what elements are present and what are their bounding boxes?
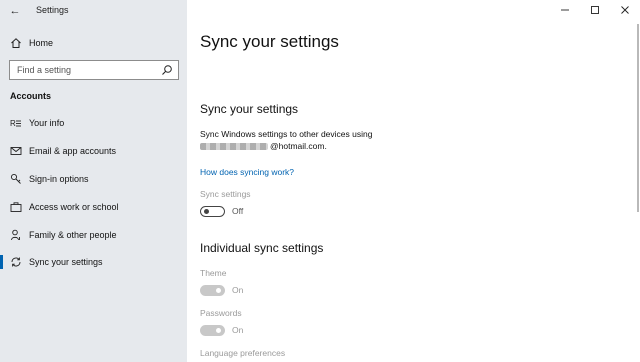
- redacted-email-user: [200, 142, 268, 150]
- toggle-knob: [216, 287, 221, 293]
- sidebar-item-label: Email & app accounts: [29, 146, 117, 156]
- home-label: Home: [29, 38, 54, 48]
- main-content: Sync your settings Sync your settings Sy…: [187, 0, 640, 362]
- close-icon: [621, 6, 629, 14]
- sync-settings-state: Off: [232, 206, 244, 216]
- app-title: Settings: [36, 5, 69, 15]
- sync-settings-toggle-row: Off: [200, 205, 243, 217]
- sidebar-item-access-work-school[interactable]: Access work or school: [0, 196, 187, 218]
- minimize-button[interactable]: [550, 0, 580, 20]
- passwords-label: Passwords: [200, 308, 242, 318]
- search-placeholder: Find a setting: [17, 65, 72, 75]
- language-preferences-label: Language preferences: [200, 348, 286, 358]
- sidebar-item-label: Family & other people: [29, 230, 117, 240]
- theme-state: On: [232, 285, 244, 295]
- titlebar-left: ← Settings: [0, 0, 187, 22]
- sidebar-item-label: Access work or school: [29, 202, 119, 212]
- sync-heading: Sync your settings: [200, 102, 299, 116]
- sync-settings-label: Sync settings: [200, 189, 251, 199]
- theme-toggle[interactable]: [200, 284, 225, 296]
- sync-settings-toggle[interactable]: [200, 205, 225, 217]
- sidebar-item-your-info[interactable]: R Your info: [0, 112, 187, 134]
- search-icon[interactable]: [161, 64, 173, 76]
- sidebar-item-label: Sync your settings: [29, 257, 103, 267]
- window-controls: [550, 0, 640, 20]
- back-arrow-icon: ←: [9, 5, 21, 17]
- section-label-accounts: Accounts: [10, 91, 52, 101]
- account-email-suffix: @hotmail.com.: [270, 141, 327, 151]
- maximize-button[interactable]: [580, 0, 610, 20]
- page-title: Sync your settings: [200, 32, 339, 51]
- home-nav-item[interactable]: Home: [10, 35, 53, 51]
- sidebar-item-email-app-accounts[interactable]: Email & app accounts: [0, 140, 187, 162]
- sidebar-item-sync-your-settings[interactable]: Sync your settings: [0, 251, 187, 273]
- theme-label: Theme: [200, 268, 227, 278]
- how-syncing-works-link[interactable]: How does syncing work?: [200, 167, 294, 177]
- sidebar-item-label: Your info: [29, 118, 65, 128]
- back-button[interactable]: ←: [8, 4, 22, 18]
- close-button[interactable]: [610, 0, 640, 20]
- key-icon: [10, 173, 22, 185]
- maximize-icon: [591, 6, 599, 14]
- search-input[interactable]: Find a setting: [9, 60, 179, 80]
- account-email: @hotmail.com.: [200, 141, 327, 151]
- toggle-knob: [216, 327, 221, 333]
- scrollbar-thumb[interactable]: [637, 24, 639, 212]
- theme-toggle-row: On: [200, 284, 243, 296]
- individual-sync-heading: Individual sync settings: [200, 241, 324, 255]
- briefcase-icon: [10, 201, 22, 213]
- sync-description: Sync Windows settings to other devices u…: [200, 129, 373, 139]
- passwords-toggle[interactable]: [200, 324, 225, 336]
- minimize-icon: [561, 9, 569, 11]
- person-icon: [10, 229, 22, 241]
- email-icon: [10, 145, 22, 157]
- passwords-state: On: [232, 325, 244, 335]
- toggle-knob: [204, 208, 209, 214]
- sidebar-item-sign-in-options[interactable]: Sign-in options: [0, 168, 187, 190]
- sidebar-item-label: Sign-in options: [29, 174, 89, 184]
- svg-text:R: R: [10, 119, 16, 128]
- sync-icon: [10, 256, 22, 268]
- your-info-icon: R: [10, 117, 22, 129]
- passwords-toggle-row: On: [200, 324, 243, 336]
- sidebar: ← Settings Home Find a setting Accounts …: [0, 0, 187, 362]
- home-icon: [11, 38, 21, 48]
- sidebar-item-family-other-people[interactable]: Family & other people: [0, 224, 187, 246]
